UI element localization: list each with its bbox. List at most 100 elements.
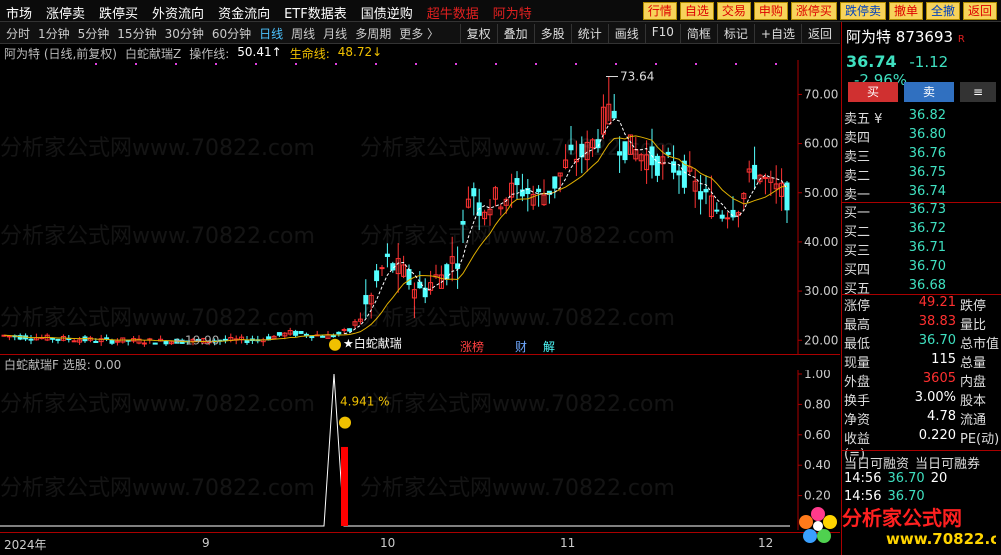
menu-item[interactable]: 外资流向 xyxy=(152,3,204,22)
menu-item[interactable]: 国债逆购 xyxy=(361,3,413,22)
menu-item[interactable]: 阿为特 xyxy=(493,3,532,22)
period-tab[interactable]: 5分钟 xyxy=(78,25,110,42)
candle-body[interactable] xyxy=(341,328,347,331)
candle-body[interactable] xyxy=(719,214,725,219)
candle-body[interactable] xyxy=(676,170,682,176)
chart-return-button[interactable]: 返回 xyxy=(800,24,838,43)
event-marker[interactable]: 财 xyxy=(515,340,527,354)
cancel-all-button[interactable]: 全撤 xyxy=(925,2,960,20)
candle-body[interactable] xyxy=(276,332,282,336)
mark-button[interactable]: 标记 xyxy=(716,24,754,43)
candle-body[interactable] xyxy=(406,269,412,286)
candle-body[interactable] xyxy=(514,178,520,186)
limit-down-sell-button[interactable]: 跌停卖 xyxy=(839,2,886,20)
period-tab[interactable]: 30分钟 xyxy=(165,25,204,42)
overlay-button[interactable]: 叠加 xyxy=(496,24,534,43)
sell-button[interactable]: 卖 xyxy=(904,82,954,102)
candle-body[interactable] xyxy=(752,164,758,180)
event-marker[interactable]: 涨榜 xyxy=(460,339,484,354)
period-tab[interactable]: 周线 xyxy=(291,25,315,42)
period-tab[interactable]: 15分钟 xyxy=(117,25,156,42)
add-watchlist-button[interactable]: +自选 xyxy=(753,24,801,43)
subscribe-button[interactable]: 申购 xyxy=(753,2,788,20)
candle-body[interactable] xyxy=(379,267,385,270)
candle-body[interactable] xyxy=(55,338,61,341)
signal-dot xyxy=(175,63,177,65)
return-button[interactable]: 返回 xyxy=(962,2,997,20)
x-axis-label: 11 xyxy=(560,536,576,550)
ask-row: 卖五 ¥36.82 xyxy=(844,108,946,127)
candle-body[interactable] xyxy=(725,217,731,220)
period-tab[interactable]: 分时 xyxy=(6,25,30,42)
candle-body[interactable] xyxy=(28,338,34,341)
menu-item[interactable]: 跌停买 xyxy=(99,3,138,22)
quote-button[interactable]: 行情 xyxy=(642,2,677,20)
candle-body[interactable] xyxy=(141,342,147,345)
candle-body[interactable] xyxy=(336,331,342,335)
trade-button[interactable]: 交易 xyxy=(716,2,751,20)
multi-stock-button[interactable]: 多股 xyxy=(533,24,571,43)
candle-body[interactable] xyxy=(671,161,677,173)
candle-body[interactable] xyxy=(762,177,768,180)
watermark: 分析家公式网www.70822.com xyxy=(360,136,675,161)
signal-dot xyxy=(455,63,457,65)
candle-body[interactable] xyxy=(109,339,115,344)
candle-body[interactable] xyxy=(93,340,99,343)
period-tab[interactable]: 月线 xyxy=(323,25,347,42)
candle-body[interactable] xyxy=(244,339,250,343)
candle-body[interactable] xyxy=(703,188,709,193)
candle-body[interactable] xyxy=(104,337,110,340)
period-tab-daily[interactable]: 日线 xyxy=(259,25,283,42)
candle-body[interactable] xyxy=(417,281,423,289)
candle-body[interactable] xyxy=(152,342,158,345)
tick-row: 14:56 36.70 20 xyxy=(844,471,948,486)
candle-body[interactable] xyxy=(222,338,228,341)
statistics-button[interactable]: 统计 xyxy=(570,24,608,43)
period-tab[interactable]: 更多 〉 xyxy=(399,25,439,42)
watermark: 分析家公式网www.70822.com xyxy=(0,306,315,331)
candle-body[interactable] xyxy=(50,337,56,340)
candle-body[interactable] xyxy=(163,340,169,345)
candle-body[interactable] xyxy=(698,191,704,200)
candle-body[interactable] xyxy=(536,188,542,193)
menu-item[interactable]: 超牛数据 xyxy=(427,3,479,22)
logo-url: www.70822.com xyxy=(886,530,996,548)
bid-row: 买二 36.72 xyxy=(844,221,946,240)
event-marker[interactable]: 解 xyxy=(543,340,555,354)
candle-body[interactable] xyxy=(347,328,353,332)
f10-button[interactable]: F10 xyxy=(644,24,680,43)
candle-body[interactable] xyxy=(552,176,558,189)
more-options-button[interactable]: ≡ xyxy=(960,82,996,102)
watchlist-button[interactable]: 自选 xyxy=(679,2,714,20)
ask-row: 卖二 36.75 xyxy=(844,165,946,184)
period-tab[interactable]: 1分钟 xyxy=(38,25,70,42)
limit-up-buy-button[interactable]: 涨停买 xyxy=(790,2,837,20)
menu-item[interactable]: 资金流向 xyxy=(218,3,270,22)
signal-dot xyxy=(775,63,777,65)
signal-dot xyxy=(535,63,537,65)
menu-item[interactable]: 涨停卖 xyxy=(46,3,85,22)
x-axis-label: 10 xyxy=(380,536,396,550)
cancel-order-button[interactable]: 撤单 xyxy=(888,2,923,20)
candle-body[interactable] xyxy=(471,188,477,197)
signal-dot xyxy=(735,63,737,65)
indicator-y-label: 1.00 xyxy=(804,370,831,381)
candle-body[interactable] xyxy=(71,340,77,343)
adjust-button[interactable]: 复权 xyxy=(459,24,497,43)
watermark: 分析家公式网www.70822.com xyxy=(0,476,315,501)
simple-frame-button[interactable]: 简框 xyxy=(679,24,717,43)
money-bag-icon xyxy=(329,338,341,351)
buy-button[interactable]: 买 xyxy=(848,82,898,102)
menu-item[interactable]: 市场 xyxy=(6,3,32,22)
menu-item[interactable]: ETF数据表 xyxy=(284,3,347,22)
draw-line-button[interactable]: 画线 xyxy=(607,24,645,43)
candle-body[interactable] xyxy=(611,110,617,119)
period-tab[interactable]: 60分钟 xyxy=(212,25,251,42)
candle-body[interactable] xyxy=(444,264,450,280)
y-tick-label: 30.00 xyxy=(804,284,838,298)
candle-body[interactable] xyxy=(374,270,380,282)
candle-body[interactable] xyxy=(714,209,720,212)
candle-body[interactable] xyxy=(384,253,390,257)
candle-body[interactable] xyxy=(320,335,326,338)
period-tab[interactable]: 多周期 xyxy=(355,25,391,42)
